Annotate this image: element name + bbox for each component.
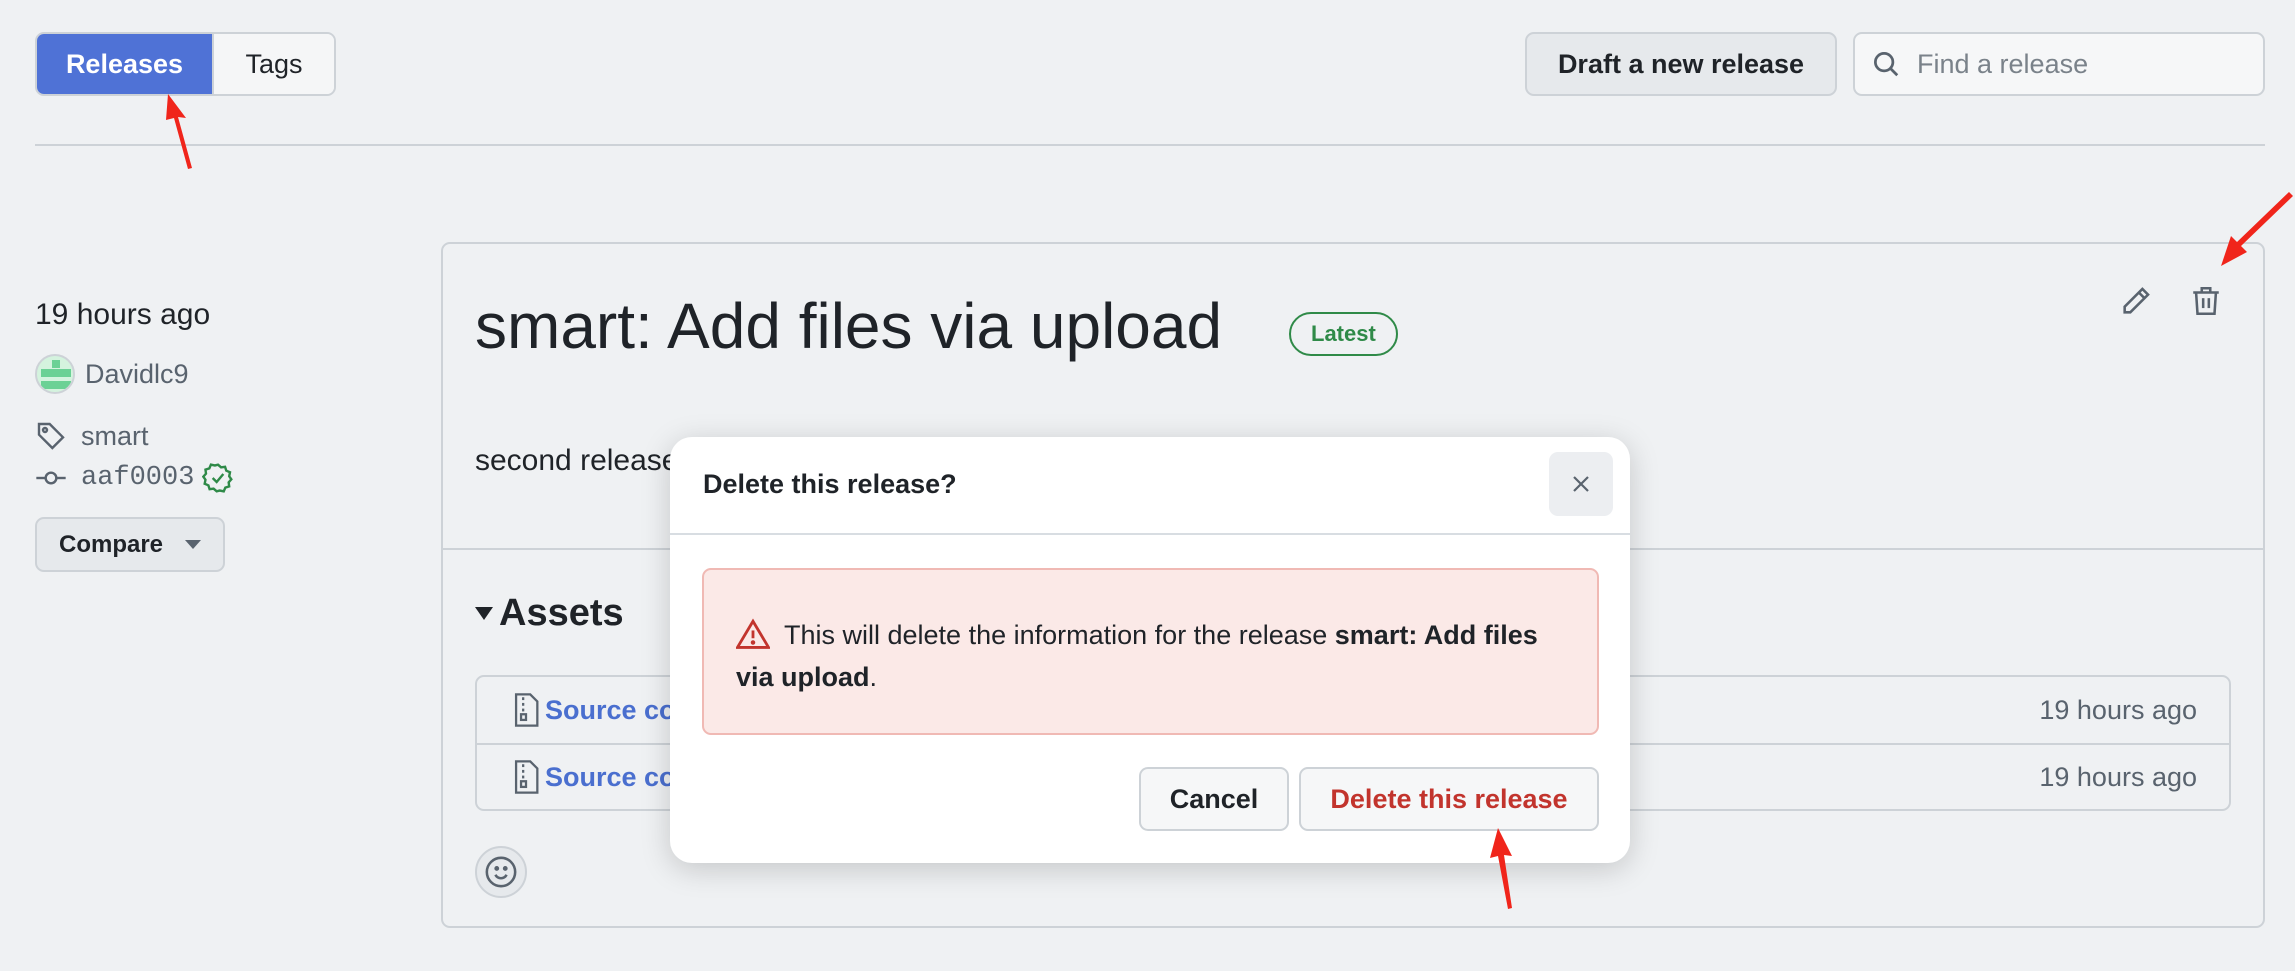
search-icon (1874, 52, 1899, 77)
author-row[interactable]: Davidlc9 (35, 354, 189, 394)
asset-time: 19 hours ago (2039, 694, 2197, 725)
commit-icon (36, 471, 66, 485)
alert-text: This will delete the information for the… (784, 620, 1335, 650)
release-tag-toggle: Releases Tags (35, 32, 336, 96)
tag-icon (37, 422, 65, 450)
assets-toggle[interactable]: Assets (475, 592, 624, 635)
verified-icon (202, 463, 234, 493)
asset-time: 19 hours ago (2039, 761, 2197, 792)
annotation-arrow-releases (166, 94, 192, 169)
release-time: 19 hours ago (35, 298, 211, 331)
delete-release-dialog: Delete this release? This will delete th… (670, 437, 1630, 863)
smiley-icon (485, 856, 517, 888)
alert-icon (736, 618, 770, 649)
releases-tab[interactable]: Releases (37, 34, 212, 94)
release-title[interactable]: smart: Add files via upload (475, 289, 1222, 363)
triangle-down-icon (475, 607, 493, 620)
assets-heading: Assets (499, 592, 624, 634)
commit-row[interactable]: aaf0003 (35, 462, 234, 494)
file-zip-icon (514, 693, 539, 727)
latest-badge: Latest (1289, 312, 1398, 356)
trash-icon[interactable] (2189, 284, 2223, 318)
header-divider (35, 144, 2265, 146)
annotation-arrow-delete (1490, 828, 1512, 909)
chevron-down-icon (185, 540, 202, 549)
close-button[interactable] (1549, 452, 1613, 516)
annotation-arrow-trash (2221, 192, 2293, 266)
dialog-title: Delete this release? (703, 469, 957, 499)
dialog-header: Delete this release? (670, 437, 1630, 535)
tag-name[interactable]: smart (81, 421, 149, 452)
delete-release-button[interactable]: Delete this release (1299, 767, 1599, 831)
draft-new-release-button[interactable]: Draft a new release (1525, 32, 1837, 96)
dialog-footer: Cancel Delete this release (1139, 767, 1599, 831)
author-name[interactable]: Davidlc9 (85, 359, 189, 390)
tags-tab[interactable]: Tags (212, 34, 334, 94)
add-reaction-button[interactable] (475, 846, 527, 898)
compare-label: Compare (58, 530, 164, 558)
pencil-icon[interactable] (2119, 284, 2153, 318)
warning-alert: This will delete the information for the… (702, 568, 1599, 735)
find-release-search[interactable] (1853, 32, 2265, 96)
release-notes: second release (475, 444, 679, 477)
compare-button[interactable]: Compare (35, 517, 225, 572)
cancel-button[interactable]: Cancel (1139, 767, 1289, 831)
tag-row[interactable]: smart (35, 420, 149, 452)
close-icon (1573, 476, 1589, 492)
commit-hash[interactable]: aaf0003 (81, 463, 194, 493)
search-input[interactable] (1917, 48, 2247, 80)
avatar (35, 354, 75, 394)
alert-suffix: . (869, 662, 878, 692)
file-zip-icon (514, 760, 539, 794)
